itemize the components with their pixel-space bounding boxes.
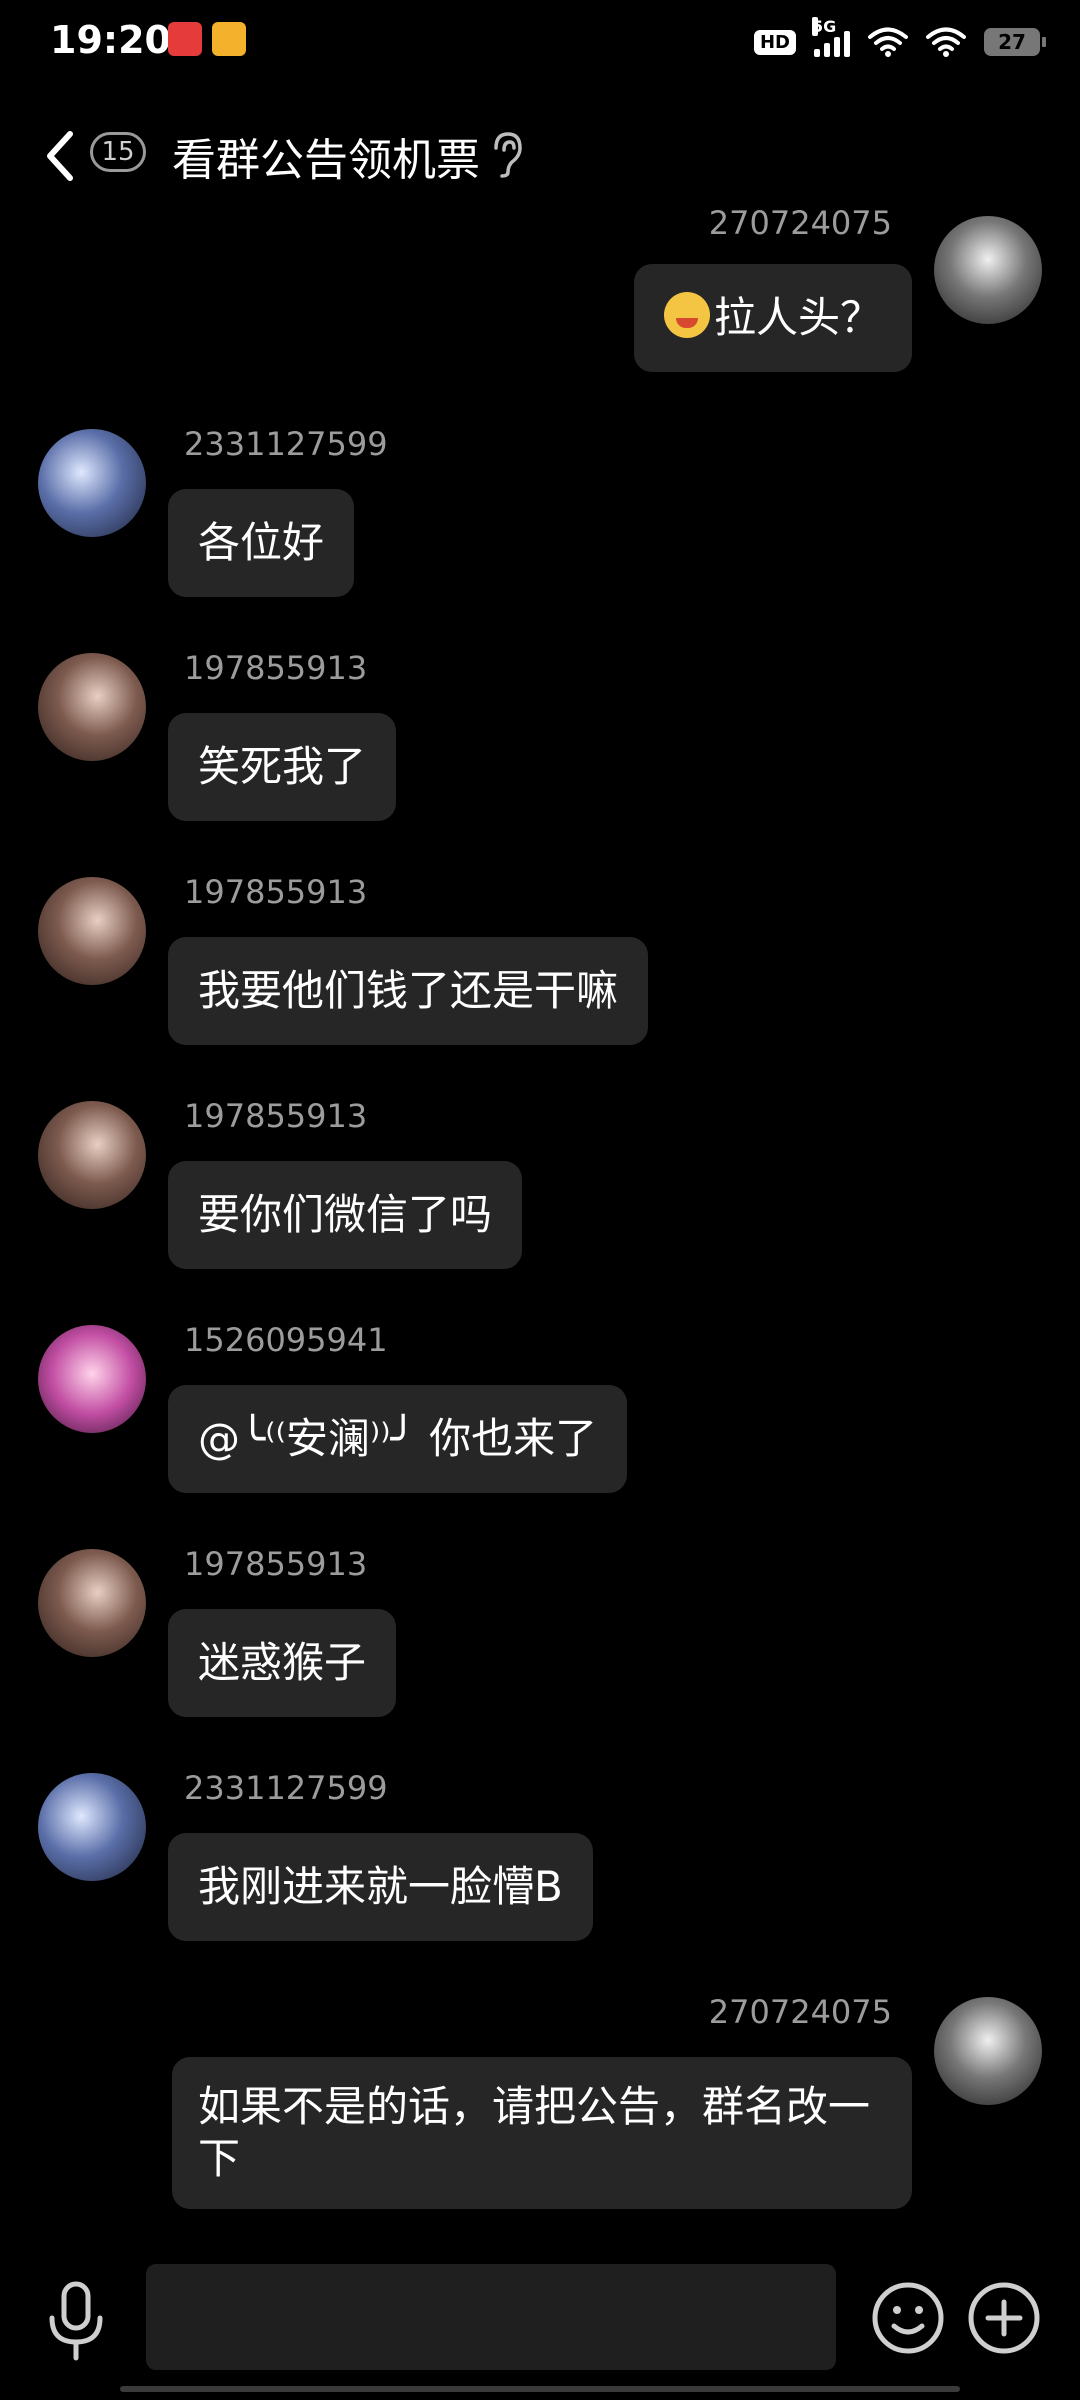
message-row: 197855913 要你们微信了吗	[0, 1097, 1080, 1277]
message-bubble[interactable]: 迷惑猴子	[168, 1609, 397, 1717]
message-row: 2331127599 各位好	[0, 425, 1080, 605]
message-bubble[interactable]: 如果不是的话，请把公告，群名改一下	[172, 2057, 912, 2209]
message-row: 1526095941 @╰⁽⁽安澜⁾⁾╯ 你也来了	[0, 1321, 1080, 1501]
message-bubble[interactable]: 笑死我了	[168, 713, 397, 821]
network-type: 5G	[812, 17, 837, 36]
message-text: 笑死我了	[198, 742, 367, 791]
avatar[interactable]	[38, 1549, 146, 1657]
avatar[interactable]	[38, 1325, 146, 1433]
status-bar: 19:20 HD 5G 27	[0, 0, 1080, 90]
message-text: @╰⁽⁽安澜⁾⁾╯ 你也来了	[198, 1414, 598, 1463]
sender-name: 197855913	[184, 1545, 368, 1583]
message-text: 我刚进来就一脸懵B	[198, 1862, 563, 1911]
avatar[interactable]	[934, 1997, 1042, 2105]
sender-name: 2331127599	[184, 1769, 388, 1807]
wifi-icon-2	[926, 27, 966, 57]
message-row: 2331127599 我刚进来就一脸懵B	[0, 1769, 1080, 1949]
sender-name: 197855913	[184, 649, 368, 687]
ear-icon	[494, 132, 522, 178]
avatar[interactable]	[38, 877, 146, 985]
message-bubble[interactable]: 我要他们钱了还是干嘛	[168, 937, 649, 1045]
message-bubble[interactable]: @╰⁽⁽安澜⁾⁾╯ 你也来了	[168, 1385, 628, 1493]
message-text: 拉人头？	[713, 293, 882, 342]
message-text: 各位好	[198, 518, 325, 567]
message-row: 270724075 如果不是的话，请把公告，群名改一下	[0, 1993, 1080, 2223]
message-bubble[interactable]: 拉人头？	[633, 264, 912, 372]
avatar[interactable]	[38, 653, 146, 761]
back-arrow-icon[interactable]	[40, 126, 80, 186]
input-bar	[0, 2250, 1080, 2400]
sender-name: 270724075	[708, 1993, 892, 2031]
message-text: 如果不是的话，请把公告，群名改一下	[198, 2082, 871, 2183]
hd-badge: HD	[753, 29, 796, 55]
chat-header: 15 看群公告领机票	[0, 100, 1080, 210]
battery-icon: 27	[984, 28, 1046, 56]
sender-name: 197855913	[184, 1097, 368, 1135]
message-text: 迷惑猴子	[198, 1638, 367, 1687]
wifi-icon	[868, 27, 908, 57]
message-bubble[interactable]: 要你们微信了吗	[168, 1161, 523, 1269]
avatar[interactable]	[38, 1101, 146, 1209]
message-row: 197855913 笑死我了	[0, 649, 1080, 829]
message-row: 270724075 拉人头？	[0, 204, 1080, 380]
cellular-signal-icon: 5G	[812, 17, 850, 57]
sender-name: 270724075	[708, 204, 892, 242]
avatar[interactable]	[934, 216, 1042, 324]
message-text: 要你们微信了吗	[198, 1190, 493, 1239]
drooling-face-emoji-icon	[663, 292, 710, 338]
notification-app-icon-2	[212, 22, 246, 56]
message-bubble[interactable]: 各位好	[168, 489, 355, 597]
unread-count-badge[interactable]: 15	[90, 132, 146, 172]
sender-name: 2331127599	[184, 425, 388, 463]
status-time: 19:20	[50, 18, 171, 62]
message-input[interactable]	[146, 2264, 836, 2370]
message-row: 197855913 迷惑猴子	[0, 1545, 1080, 1725]
avatar[interactable]	[38, 429, 146, 537]
notification-app-icon	[168, 22, 202, 56]
status-indicators: HD 5G 27	[753, 17, 1046, 64]
microphone-icon[interactable]	[40, 2280, 112, 2362]
group-title[interactable]: 看群公告领机票	[172, 124, 480, 188]
message-row: 197855913 我要他们钱了还是干嘛	[0, 873, 1080, 1053]
avatar[interactable]	[38, 1773, 146, 1881]
message-text: 我要他们钱了还是干嘛	[198, 966, 619, 1015]
home-indicator	[120, 2386, 960, 2392]
sender-name: 1526095941	[184, 1321, 388, 1359]
emoji-icon[interactable]	[870, 2280, 946, 2356]
message-bubble[interactable]: 我刚进来就一脸懵B	[168, 1833, 593, 1941]
plus-icon[interactable]	[966, 2280, 1042, 2356]
sender-name: 197855913	[184, 873, 368, 911]
